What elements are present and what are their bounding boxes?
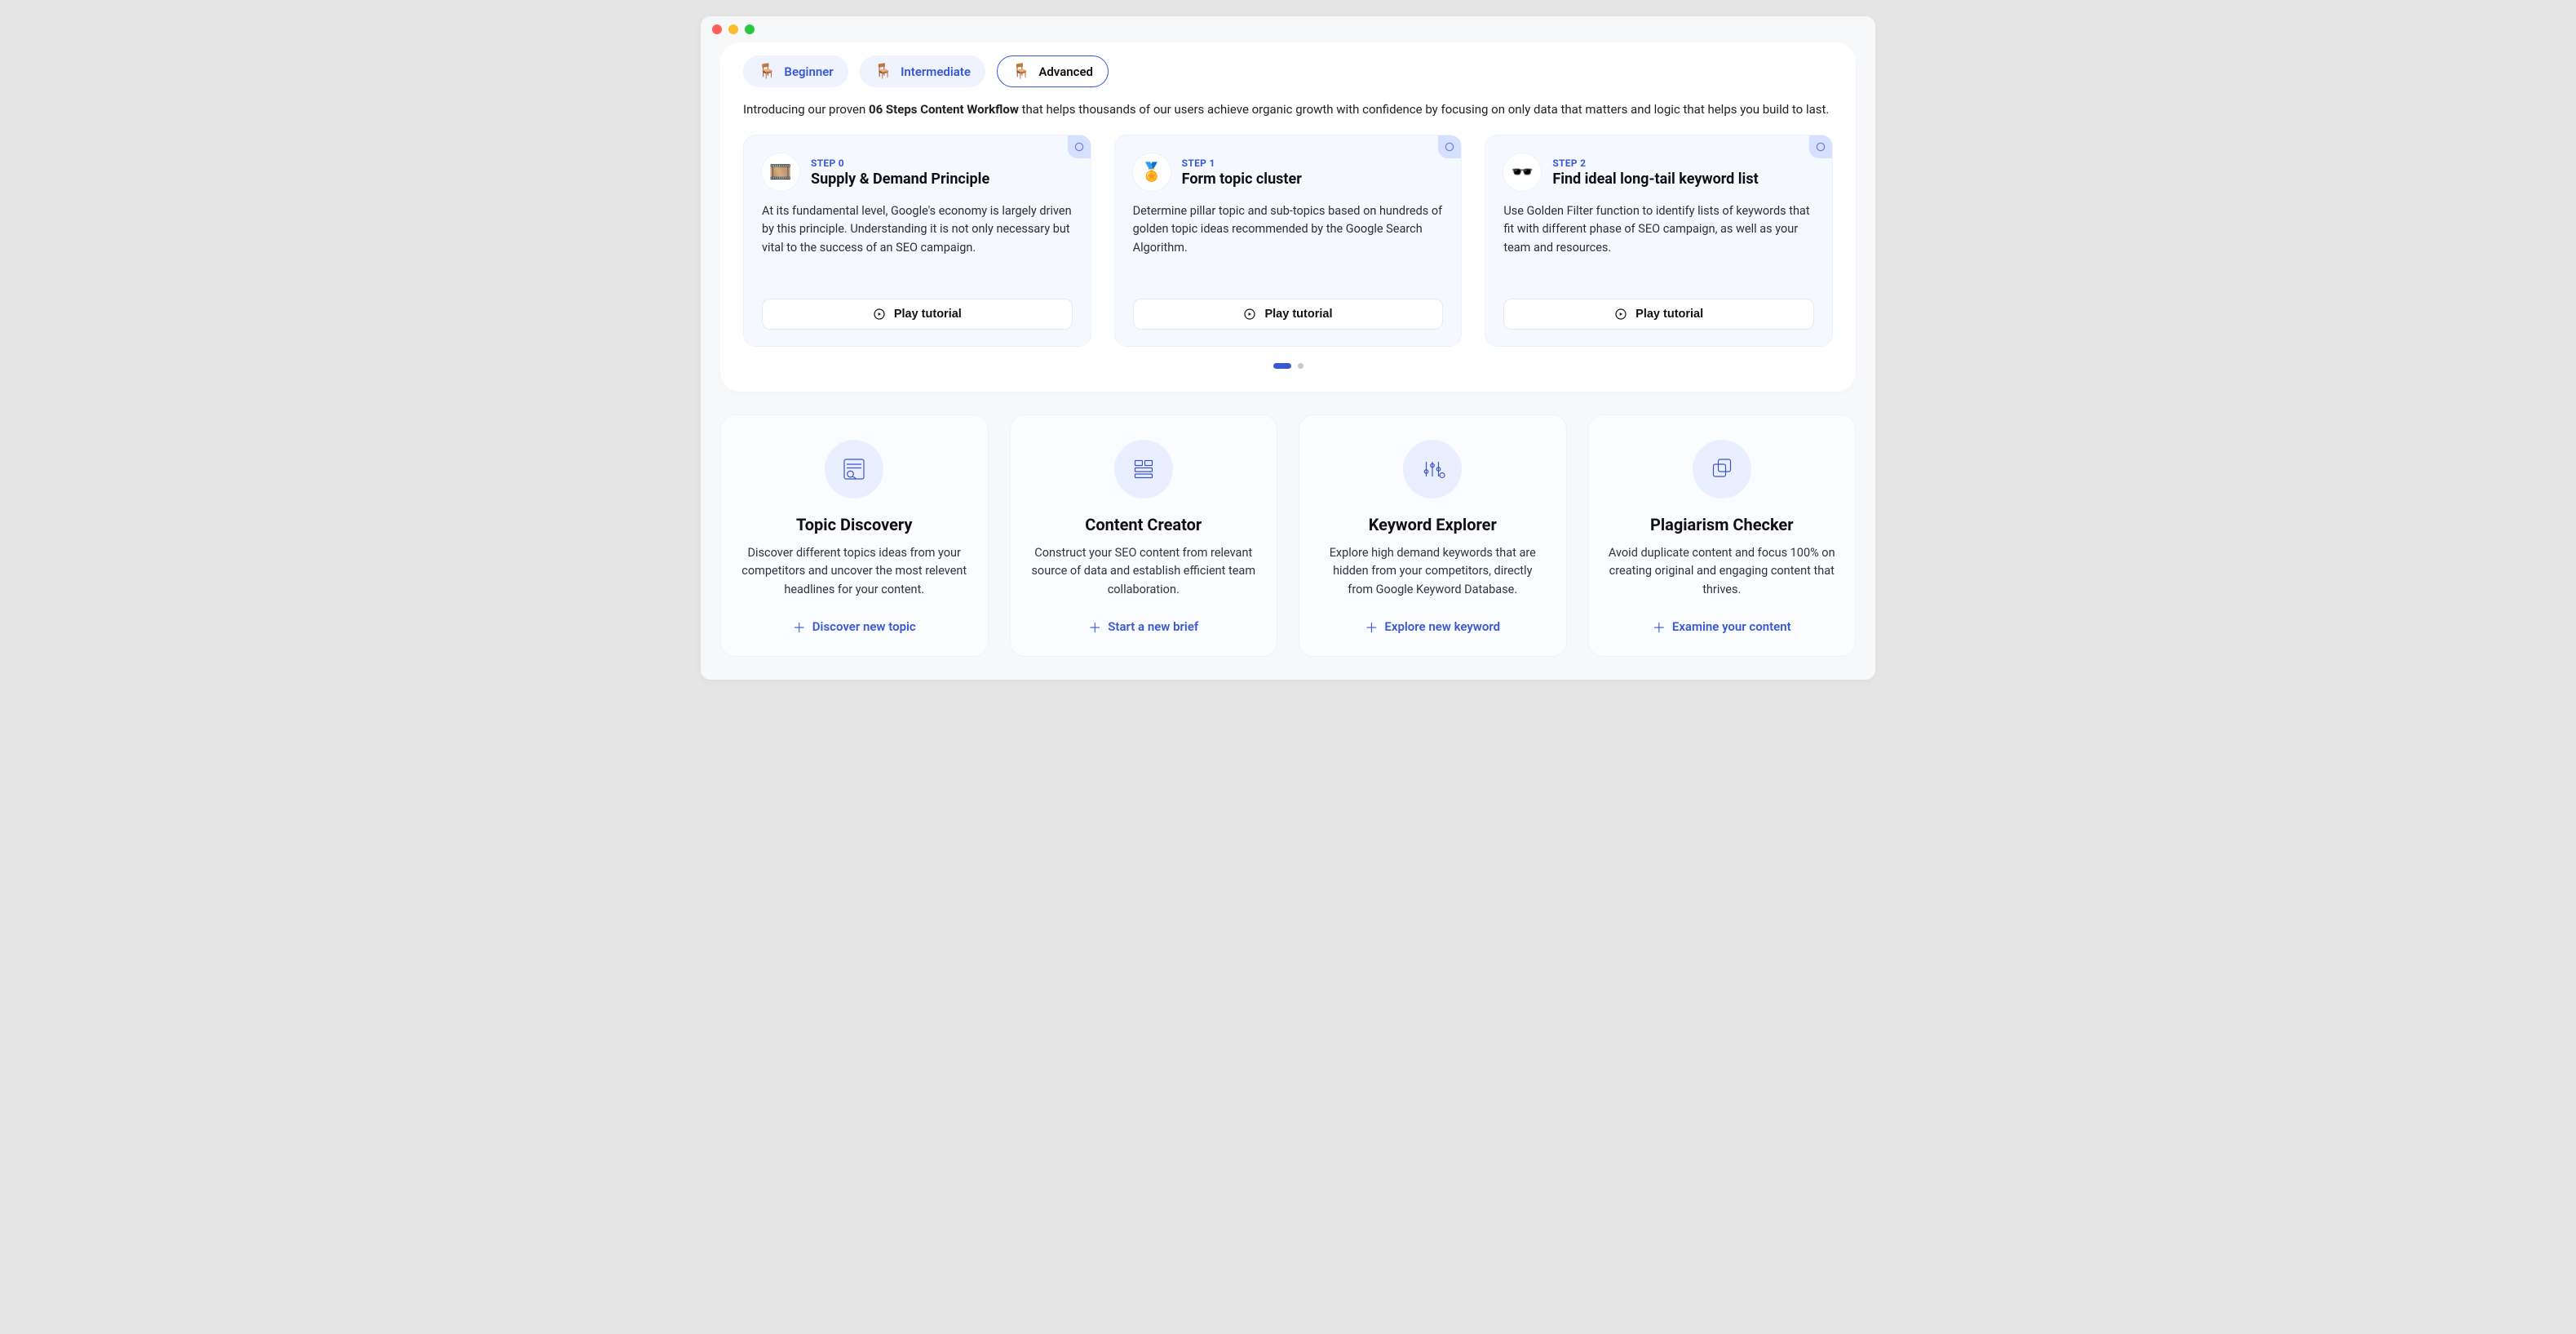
card-expand-icon[interactable] (1438, 135, 1461, 158)
step-header: 🏅 STEP 1 Form topic cluster (1133, 153, 1444, 191)
intro-text: Introducing our proven 06 Steps Content … (743, 102, 1833, 117)
copy-icon (1693, 440, 1751, 499)
step-title: Supply & Demand Principle (811, 171, 989, 188)
play-tutorial-label: Play tutorial (894, 308, 962, 321)
plus-icon: ＋ (793, 617, 806, 636)
chair-icon: 🪑 (758, 63, 776, 80)
play-tutorial-button[interactable]: Play tutorial (1133, 299, 1444, 330)
window-close-dot[interactable] (712, 24, 722, 34)
intro-bold: 06 Steps Content Workflow (869, 102, 1019, 117)
feature-title: Keyword Explorer (1369, 515, 1497, 534)
level-tabs: 🪑 Beginner 🪑 Intermediate 🪑 Advanced (743, 55, 1833, 87)
card-expand-icon[interactable] (1068, 135, 1091, 158)
feature-plagiarism-checker: Plagiarism Checker Avoid duplicate conte… (1588, 414, 1857, 657)
form-icon (1114, 440, 1173, 499)
sliders-icon (1403, 440, 1462, 499)
step-emoji-icon: 🕶️ (1503, 153, 1541, 191)
step-number-label: STEP 2 (1552, 157, 1758, 169)
feature-keyword-explorer: Keyword Explorer Explore high demand key… (1299, 414, 1567, 657)
tab-beginner[interactable]: 🪑 Beginner (743, 55, 848, 87)
step-number-label: STEP 1 (1182, 157, 1302, 169)
step-header: 🕶️ STEP 2 Find ideal long-tail keyword l… (1503, 153, 1814, 191)
tab-label: Intermediate (901, 64, 971, 79)
step-emoji-icon: 🎞️ (762, 153, 799, 191)
tab-label: Advanced (1038, 64, 1093, 79)
feature-content-creator: Content Creator Construct your SEO conte… (1010, 414, 1278, 657)
step-card: 🕶️ STEP 2 Find ideal long-tail keyword l… (1485, 135, 1833, 347)
steps-carousel: 🎞️ STEP 0 Supply & Demand Principle At i… (743, 135, 1833, 347)
carousel-pager (743, 363, 1833, 369)
window-minimize-dot[interactable] (728, 24, 738, 34)
play-tutorial-button[interactable]: Play tutorial (1503, 299, 1814, 330)
search-list-icon (825, 440, 883, 499)
feature-action-link[interactable]: ＋ Examine your content (1653, 617, 1791, 636)
play-icon (1243, 308, 1256, 321)
card-expand-icon[interactable] (1809, 135, 1832, 158)
workflow-card: 🪑 Beginner 🪑 Intermediate 🪑 Advanced Int… (720, 42, 1856, 392)
plus-icon: ＋ (1365, 617, 1378, 636)
play-tutorial-label: Play tutorial (1635, 308, 1703, 321)
feature-cards-row: Topic Discovery Discover different topic… (701, 414, 1875, 680)
tab-advanced[interactable]: 🪑 Advanced (997, 55, 1109, 87)
step-emoji-icon: 🏅 (1133, 153, 1171, 191)
chair-icon: 🪑 (874, 63, 892, 80)
plus-icon: ＋ (1653, 617, 1666, 636)
play-icon (1614, 308, 1627, 321)
feature-action-link[interactable]: ＋ Explore new keyword (1365, 617, 1500, 636)
feature-action-link[interactable]: ＋ Start a new brief (1088, 617, 1198, 636)
play-tutorial-label: Play tutorial (1264, 308, 1332, 321)
chair-icon: 🪑 (1012, 63, 1030, 80)
step-header: 🎞️ STEP 0 Supply & Demand Principle (762, 153, 1073, 191)
step-description: Determine pillar topic and sub-topics ba… (1133, 202, 1444, 284)
feature-action-label: Explore new keyword (1384, 619, 1500, 634)
intro-prefix: Introducing our proven (743, 102, 869, 117)
plus-icon: ＋ (1088, 617, 1101, 636)
step-description: Use Golden Filter function to identify l… (1503, 202, 1814, 284)
step-number-label: STEP 0 (811, 157, 989, 169)
feature-title: Plagiarism Checker (1650, 515, 1794, 534)
feature-title: Topic Discovery (796, 515, 912, 534)
feature-action-link[interactable]: ＋ Discover new topic (793, 617, 916, 636)
feature-topic-discovery: Topic Discovery Discover different topic… (720, 414, 989, 657)
tab-label: Beginner (784, 64, 833, 79)
feature-description: Construct your SEO content from relevant… (1030, 544, 1258, 599)
play-tutorial-button[interactable]: Play tutorial (762, 299, 1073, 330)
step-card: 🎞️ STEP 0 Supply & Demand Principle At i… (743, 135, 1091, 347)
pager-dot-inactive[interactable] (1298, 363, 1303, 369)
intro-suffix: that helps thousands of our users achiev… (1019, 102, 1830, 117)
feature-action-label: Discover new topic (812, 619, 916, 634)
step-description: At its fundamental level, Google's econo… (762, 202, 1073, 284)
step-title: Find ideal long-tail keyword list (1552, 171, 1758, 188)
play-icon (873, 308, 886, 321)
window-titlebar (701, 16, 1875, 42)
step-card: 🏅 STEP 1 Form topic cluster Determine pi… (1114, 135, 1463, 347)
feature-description: Discover different topics ideas from you… (741, 544, 968, 599)
pager-dot-active[interactable] (1273, 363, 1291, 369)
app-window: 🪑 Beginner 🪑 Intermediate 🪑 Advanced Int… (701, 16, 1875, 680)
step-title: Form topic cluster (1182, 171, 1302, 188)
window-zoom-dot[interactable] (745, 24, 755, 34)
feature-title: Content Creator (1085, 515, 1202, 534)
tab-intermediate[interactable]: 🪑 Intermediate (860, 55, 985, 87)
feature-action-label: Start a new brief (1108, 619, 1198, 634)
feature-description: Avoid duplicate content and focus 100% o… (1609, 544, 1836, 599)
feature-description: Explore high demand keywords that are hi… (1319, 544, 1547, 599)
feature-action-label: Examine your content (1672, 619, 1791, 634)
